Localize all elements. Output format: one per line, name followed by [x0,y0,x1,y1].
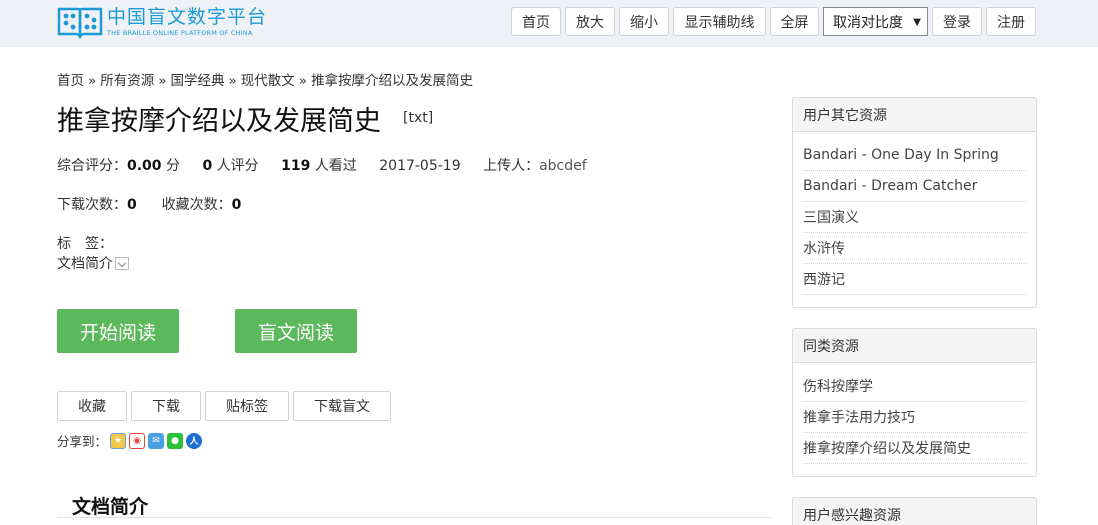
panel-title: 同类资源 [793,329,1036,363]
rating-value: 0.00 [127,158,162,174]
fullscreen-button[interactable]: 全屏 [770,7,819,36]
list-item[interactable]: 推拿手法用力技巧 [803,402,1026,433]
weibo-icon[interactable]: ◉ [129,432,146,449]
list-item[interactable]: 西游记 [803,264,1026,295]
section-divider [57,517,772,518]
doc-intro-heading: 文档简介 [72,496,149,518]
wechat-icon[interactable]: ● [167,432,184,449]
dropdown-caret-icon: ▼ [913,17,921,28]
register-button[interactable]: 注册 [986,7,1036,36]
top-header: 中国盲文数字平台 THE BRAILLE ONLINE PLATFORM OF … [0,0,1098,47]
breadcrumb: 首页» 所有资源» 国学经典» 现代散文» 推拿按摩介绍以及发展简史 [57,73,474,89]
views-count: 119 [281,158,311,174]
list-item[interactable]: Bandari - Dream Catcher [803,171,1026,202]
accessibility-toolbar: 首页 放大 缩小 显示辅助线 全屏 取消对比度 ▼ 登录 注册 [0,7,1098,37]
doc-counts: 下载次数：0 收藏次数：0 [57,194,241,214]
breadcrumb-home[interactable]: 首页 [57,73,84,89]
share-label: 分享到： [57,434,108,449]
list-item[interactable]: 三国演义 [803,202,1026,233]
add-tag-button[interactable]: 贴标签 [205,391,289,421]
other-resources-panel: 用户其它资源 Bandari - One Day In Spring Banda… [792,97,1037,308]
breadcrumb-modern-prose[interactable]: 现代散文 [241,73,295,89]
download-button[interactable]: 下载 [131,391,201,421]
download-braille-button[interactable]: 下载盲文 [293,391,391,421]
panel-title: 用户感兴趣资源 [793,498,1036,525]
zoom-out-button[interactable]: 缩小 [619,7,669,36]
zoom-in-button[interactable]: 放大 [565,7,615,36]
braille-reading-button[interactable]: 盲文阅读 [235,309,357,353]
rating-label: 综合评分： [57,158,127,174]
upload-date: 2017-05-19 [379,158,461,174]
panel-title: 用户其它资源 [793,98,1036,132]
renren-icon[interactable]: 人 [186,432,203,449]
guide-lines-button[interactable]: 显示辅助线 [673,7,766,36]
views-label: 人看过 [314,158,357,174]
similar-resources-panel: 同类资源 伤科按摩学 推拿手法用力技巧 推拿按摩介绍以及发展简史 [792,328,1037,477]
start-reading-button[interactable]: 开始阅读 [57,309,179,353]
list-item[interactable]: Bandari - One Day In Spring [803,140,1026,171]
uploader-name[interactable]: abcdef [539,158,587,174]
favorites-label: 收藏次数： [161,197,232,213]
page-title: 推拿按摩介绍以及发展简史 [57,106,381,137]
breadcrumb-classics[interactable]: 国学经典 [171,73,225,89]
qzone-icon[interactable]: ★ [110,432,127,449]
list-item[interactable]: 水浒传 [803,233,1026,264]
raters-count: 0 [202,158,213,174]
favorite-button[interactable]: 收藏 [57,391,127,421]
home-button[interactable]: 首页 [511,7,561,36]
contrast-select[interactable]: 取消对比度 ▼ [823,7,928,36]
downloads-count: 0 [127,197,137,213]
breadcrumb-all-resources[interactable]: 所有资源 [100,73,154,89]
doc-intro-toggle-label: 文档简介 [57,256,113,272]
tencent-weibo-icon[interactable]: ✉ [148,432,165,449]
list-item[interactable]: 伤科按摩学 [803,371,1026,402]
list-item[interactable]: 推拿按摩介绍以及发展简史 [803,433,1026,464]
breadcrumb-current: 推拿按摩介绍以及发展简史 [311,73,474,89]
doc-intro-toggle[interactable]: 文档简介 [57,253,129,273]
file-format-tag: [txt] [403,110,434,126]
rating-unit: 分 [166,158,180,174]
chevron-down-icon[interactable] [115,256,129,270]
favorites-count: 0 [231,197,242,213]
contrast-select-value: 取消对比度 [833,14,903,31]
raters-label: 人评分 [216,158,259,174]
interest-resources-panel: 用户感兴趣资源 [792,497,1037,525]
uploader-label: 上传人： [483,158,540,174]
tags-label: 标 签： [57,236,113,252]
doc-stats: 综合评分：0.00 分 0 人评分 119 人看过 2017-05-19 上传人… [57,155,587,175]
login-button[interactable]: 登录 [932,7,982,36]
share-bar: 分享到： ★ ◉ ✉ ● 人 [57,431,203,450]
downloads-label: 下载次数： [57,197,127,213]
